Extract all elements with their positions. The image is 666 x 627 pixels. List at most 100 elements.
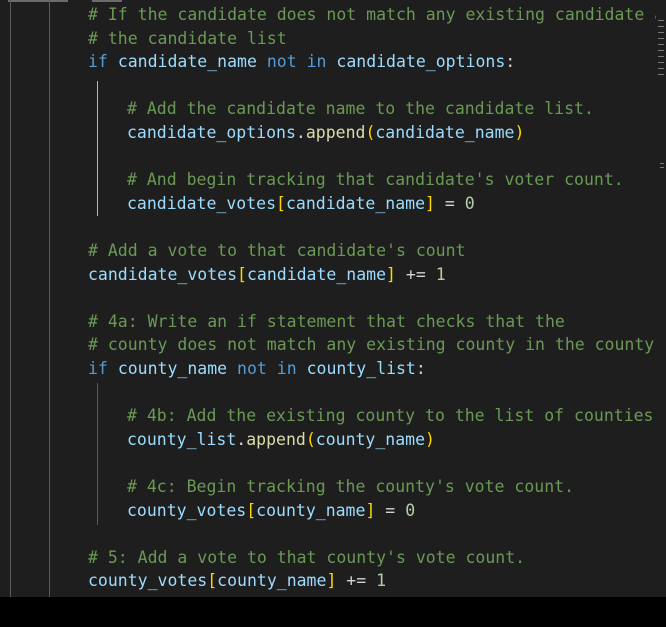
code-token: candidate_options	[127, 123, 296, 142]
code-token: # Add the candidate name to the candidat…	[127, 99, 594, 119]
code-line[interactable]: county_votes[county_name] += 1	[88, 569, 386, 593]
code-line[interactable]: # 5: Add a vote to that county's vote co…	[88, 546, 525, 570]
code-line[interactable]: # 4a: Write an if statement that checks …	[88, 310, 565, 334]
indent-guide	[10, 0, 11, 600]
code-line[interactable]: # Add the candidate name to the candidat…	[127, 97, 594, 121]
code-line[interactable]: county_votes[county_name] = 0	[127, 499, 415, 523]
code-token: # 5: Add a vote to that county's vote co…	[88, 547, 526, 567]
code-token: # county does not match any existing cou…	[88, 335, 666, 355]
code-token: :	[505, 52, 516, 72]
code-token: 1	[376, 571, 387, 591]
code-token: +=	[336, 571, 377, 591]
code-token: )	[425, 429, 435, 449]
code-token: candidate_name	[246, 264, 387, 284]
code-line[interactable]: candidate_options.append(candidate_name)	[127, 121, 524, 145]
code-token: =	[375, 500, 406, 520]
code-line[interactable]: county_list.append(county_name)	[127, 428, 435, 452]
code-token: candidate_name	[285, 193, 426, 213]
code-line[interactable]: candidate_votes[candidate_name] = 0	[127, 192, 475, 216]
code-token: 0	[405, 500, 416, 520]
code-token: county_list	[127, 429, 237, 449]
code-token: ]	[326, 571, 337, 591]
code-line[interactable]: # Add a vote to that candidate's count	[88, 239, 466, 263]
indent-guide	[97, 383, 98, 525]
code-token: # the candidate list	[88, 28, 287, 48]
code-token: )	[514, 123, 525, 142]
code-token: [	[246, 500, 257, 520]
code-token: 1	[435, 264, 446, 284]
code-token: candidate_options	[336, 52, 506, 72]
bottom-panel-edge	[0, 597, 666, 627]
code-token: county_name	[217, 571, 327, 591]
code-line[interactable]: # And begin tracking that candidate's vo…	[127, 168, 624, 192]
indent-guide	[49, 0, 50, 600]
minimap-mark	[658, 62, 664, 63]
code-token: if	[88, 359, 108, 378]
code-token: if	[88, 52, 108, 72]
code-token: candidate_name	[117, 52, 257, 72]
code-token: =	[434, 193, 465, 213]
scrollbar[interactable]	[656, 0, 666, 600]
minimap-mark	[658, 32, 664, 33]
code-token: [	[207, 571, 218, 591]
code-token: # 4a: Write an if statement that checks …	[88, 311, 565, 331]
code-editor[interactable]: # If the candidate does not match any ex…	[0, 0, 666, 627]
code-token: in	[276, 359, 297, 378]
code-token: # 4b: Add the existing county to the lis…	[127, 406, 664, 426]
minimap-mark	[660, 167, 664, 168]
code-token: county_name	[117, 359, 228, 378]
code-token: .	[295, 123, 306, 142]
code-line[interactable]: candidate_votes[candidate_name] += 1	[88, 263, 446, 287]
code-token: # Add a vote to that candidate's count	[88, 241, 466, 260]
code-token: [	[276, 193, 286, 213]
top-edge-mark	[8, 0, 68, 2]
code-token: not	[266, 52, 297, 72]
minimap-mark	[658, 20, 664, 21]
code-token: candidate_name	[375, 123, 515, 142]
code-token: +=	[395, 264, 436, 284]
code-token: (	[305, 429, 316, 449]
code-line[interactable]: # 4b: Add the existing county to the lis…	[127, 404, 663, 428]
minimap-mark	[658, 50, 664, 51]
code-token: [	[237, 264, 247, 284]
minimap-mark	[658, 74, 664, 75]
code-token: county_name	[315, 429, 426, 449]
top-edge-mark	[92, 0, 122, 2]
code-token: :	[415, 359, 426, 378]
code-line[interactable]: if county_name not in county_list:	[88, 357, 426, 381]
code-token: (	[365, 123, 376, 142]
indent-guide-active	[97, 81, 98, 216]
code-token: # 4c: Begin tracking the county's vote c…	[127, 477, 575, 496]
code-line[interactable]: # county does not match any existing cou…	[88, 333, 666, 357]
minimap-mark	[660, 163, 664, 164]
code-token: county_votes	[88, 571, 208, 591]
code-token: ]	[365, 500, 376, 520]
minimap-mark	[658, 38, 664, 39]
code-token: # And begin tracking that candidate's vo…	[127, 170, 624, 190]
code-line[interactable]: if candidate_name not in candidate_optio…	[88, 50, 515, 74]
code-token: candidate_votes	[127, 193, 277, 213]
code-token: county_list	[306, 359, 416, 378]
minimap-mark	[658, 44, 664, 45]
code-token: # If the candidate does not match any ex…	[88, 5, 666, 24]
code-token: in	[306, 52, 327, 72]
code-token: .	[236, 429, 247, 449]
code-line[interactable]: # the candidate list	[88, 27, 287, 51]
minimap-mark	[658, 68, 664, 69]
code-token: ]	[386, 264, 396, 284]
code-line[interactable]: # If the candidate does not match any ex…	[88, 3, 666, 27]
code-token: not	[237, 359, 267, 378]
code-token: county_name	[256, 500, 366, 520]
code-token: candidate_votes	[88, 264, 238, 284]
code-line[interactable]: # 4c: Begin tracking the county's vote c…	[127, 475, 574, 499]
code-token: 0	[464, 193, 475, 213]
code-token: county_votes	[127, 500, 247, 520]
minimap-mark	[658, 26, 664, 27]
